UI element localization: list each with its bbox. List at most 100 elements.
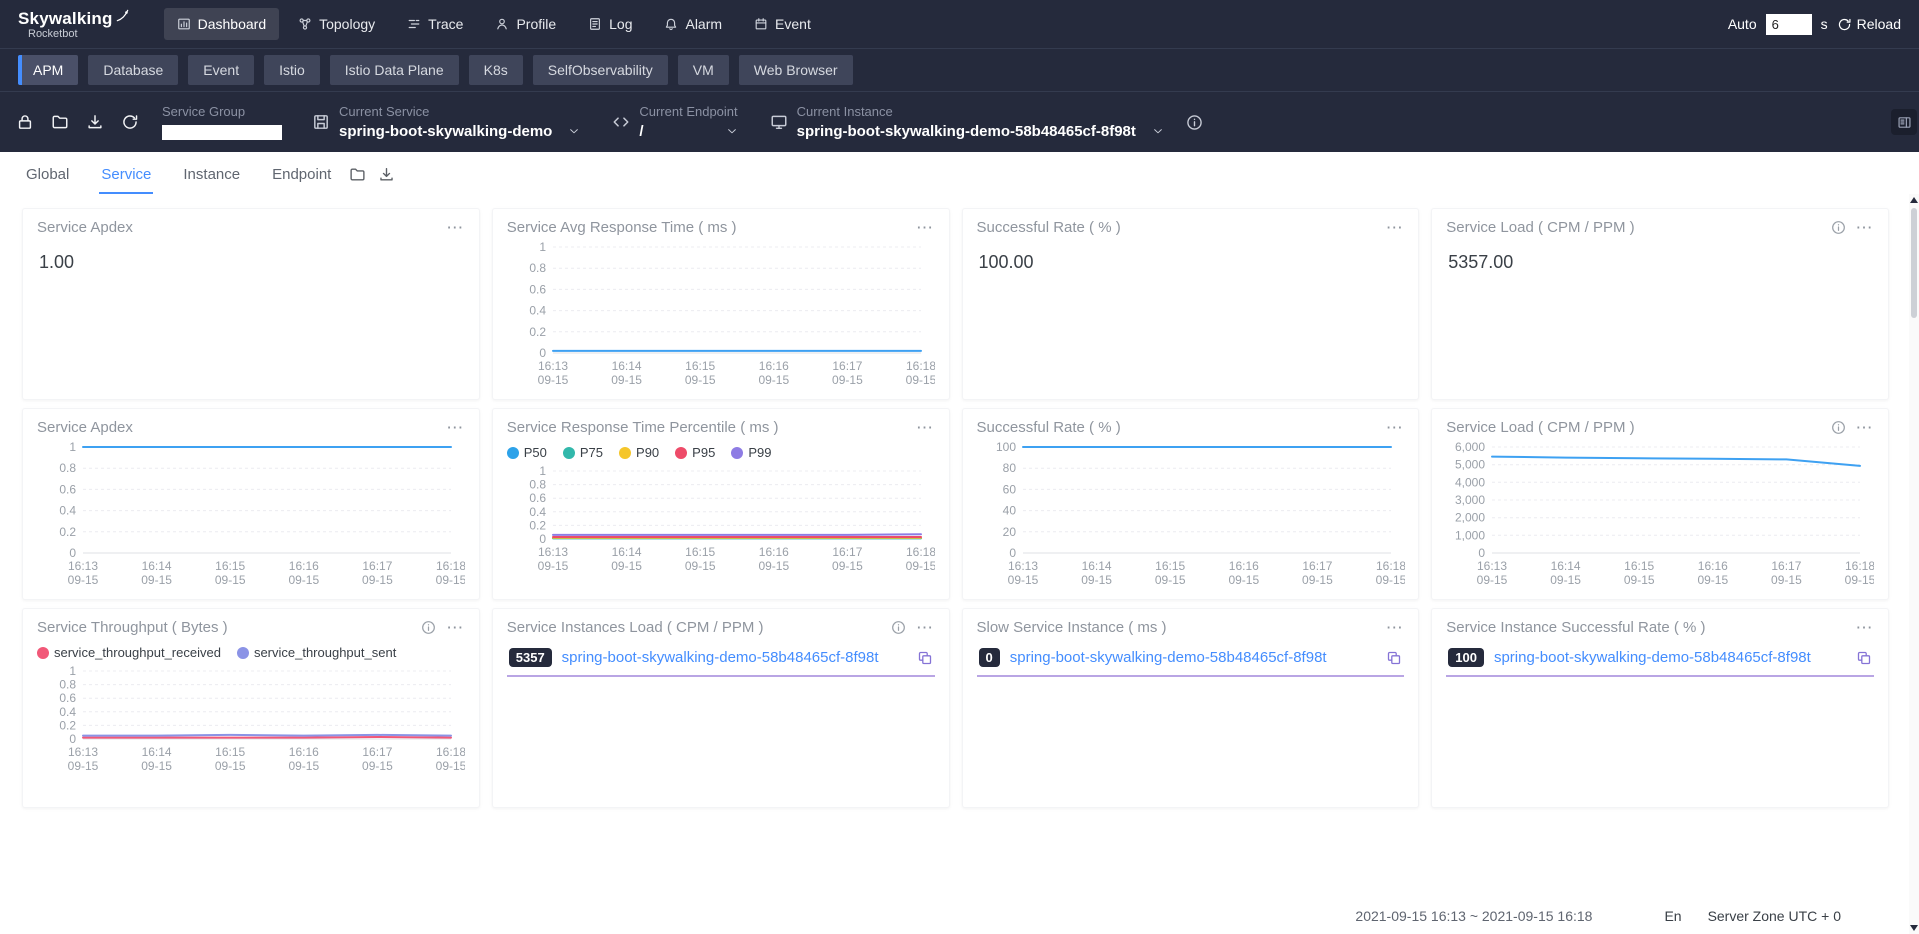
svg-text:16:13: 16:13	[1477, 559, 1507, 573]
view-tab-global[interactable]: Global	[24, 156, 71, 194]
monitor-icon	[770, 113, 788, 131]
svg-text:09-15: 09-15	[611, 559, 642, 573]
instance-link[interactable]: spring-boot-skywalking-demo-58b48465cf-8…	[562, 649, 907, 666]
scroll-up-arrow[interactable]	[1910, 197, 1918, 203]
nav-item-label: Event	[775, 16, 811, 32]
legend-item-p95[interactable]: P95	[675, 445, 715, 460]
card-service-instance-successful-rate: Service Instance Successful Rate ( % )⋯1…	[1431, 608, 1889, 808]
info-icon[interactable]	[1831, 220, 1846, 235]
svg-text:16:15: 16:15	[685, 545, 715, 559]
card-menu-icon[interactable]: ⋯	[916, 224, 935, 232]
template-tab-istio[interactable]: Istio	[264, 55, 320, 85]
app-window: Skywalking Rocketbot DashboardTopologyTr…	[0, 0, 1919, 934]
nav-item-event[interactable]: Event	[741, 8, 824, 40]
svg-text:09-15: 09-15	[141, 759, 172, 773]
nav-item-topology[interactable]: Topology	[285, 8, 388, 40]
view-tab-endpoint[interactable]: Endpoint	[270, 156, 333, 194]
download-icon[interactable]	[378, 166, 395, 183]
language-toggle[interactable]: En	[1664, 908, 1681, 924]
copy-icon[interactable]	[1386, 650, 1402, 666]
scroll-down-arrow[interactable]	[1910, 925, 1918, 931]
refresh-icon[interactable]	[121, 113, 139, 131]
instance-link[interactable]: spring-boot-skywalking-demo-58b48465cf-8…	[1010, 649, 1377, 666]
card-title: Service Load ( CPM / PPM )	[1446, 419, 1634, 436]
card-header: Service Load ( CPM / PPM ) ⋯	[1446, 419, 1874, 436]
info-icon[interactable]	[421, 620, 436, 635]
auto-refresh-input[interactable]	[1766, 14, 1812, 35]
service-group-input[interactable]	[162, 125, 282, 140]
card-menu-icon[interactable]: ⋯	[1856, 624, 1875, 632]
card-header: Service Avg Response Time ( ms )⋯	[507, 219, 935, 236]
nav-item-trace[interactable]: Trace	[394, 8, 476, 40]
svg-text:09-15: 09-15	[1477, 573, 1508, 587]
svg-text:0.6: 0.6	[59, 691, 76, 705]
info-icon[interactable]	[1831, 420, 1846, 435]
svg-text:60: 60	[1002, 482, 1016, 496]
view-tab-service[interactable]: Service	[99, 156, 153, 194]
template-tab-web-browser[interactable]: Web Browser	[739, 55, 853, 85]
logo[interactable]: Skywalking Rocketbot	[18, 9, 130, 40]
instance-link[interactable]: spring-boot-skywalking-demo-58b48465cf-8…	[1494, 649, 1846, 666]
nav-item-log[interactable]: Log	[575, 8, 645, 40]
value-badge: 0	[979, 648, 1000, 667]
card-service-apdex: Service Apdex⋯00.20.40.60.8116:1309-1516…	[22, 408, 480, 600]
view-tab-instance[interactable]: Instance	[181, 156, 242, 194]
legend-label: P75	[580, 445, 603, 460]
current-instance-select[interactable]: Current Instance spring-boot-skywalking-…	[770, 104, 1164, 139]
card-menu-icon[interactable]: ⋯	[1386, 224, 1405, 232]
svg-text:6,000: 6,000	[1455, 440, 1485, 454]
svg-text:16:16: 16:16	[759, 359, 789, 373]
card-menu-icon[interactable]: ⋯	[446, 624, 465, 632]
template-tab-vm[interactable]: VM	[678, 55, 729, 85]
card-menu-icon[interactable]: ⋯	[1386, 424, 1405, 432]
template-tab-selfobservability[interactable]: SelfObservability	[533, 55, 668, 85]
chevron-down-icon	[710, 125, 738, 137]
folder-icon[interactable]	[51, 113, 69, 131]
nav-item-dashboard[interactable]: Dashboard	[164, 8, 280, 40]
card-menu-icon[interactable]: ⋯	[916, 624, 935, 632]
current-service-select[interactable]: Current Service spring-boot-skywalking-d…	[312, 104, 580, 139]
svg-text:20: 20	[1002, 525, 1016, 539]
scrollbar[interactable]	[1909, 194, 1919, 934]
template-tab-istio-data-plane[interactable]: Istio Data Plane	[330, 55, 459, 85]
template-tab-apm[interactable]: APM	[18, 55, 78, 85]
reload-button[interactable]: Reload	[1837, 16, 1901, 32]
current-service-value: spring-boot-skywalking-demo	[339, 123, 552, 140]
svg-text:16:14: 16:14	[611, 359, 641, 373]
legend-item-service-throughput-sent[interactable]: service_throughput_sent	[237, 645, 396, 660]
legend-item-service-throughput-received[interactable]: service_throughput_received	[37, 645, 221, 660]
legend-item-p90[interactable]: P90	[619, 445, 659, 460]
nav-item-label: Profile	[516, 16, 556, 32]
panel-toggle-button[interactable]	[1891, 109, 1917, 135]
card-menu-icon[interactable]: ⋯	[446, 224, 465, 232]
legend-item-p75[interactable]: P75	[563, 445, 603, 460]
card-menu-icon[interactable]: ⋯	[1856, 224, 1875, 232]
svg-text:0.8: 0.8	[529, 261, 546, 275]
chart-canvas: 01,0002,0003,0004,0005,0006,00016:1309-1…	[1446, 439, 1874, 587]
legend-item-p50[interactable]: P50	[507, 445, 547, 460]
lock-icon[interactable]	[16, 113, 34, 131]
template-tab-database[interactable]: Database	[88, 55, 178, 85]
card-menu-icon[interactable]: ⋯	[1386, 624, 1405, 632]
folder-icon[interactable]	[349, 166, 366, 183]
current-endpoint-select[interactable]: Current Endpoint /	[612, 104, 737, 139]
svg-text:09-15: 09-15	[141, 573, 172, 587]
info-icon[interactable]	[1186, 114, 1203, 131]
nav-item-profile[interactable]: Profile	[482, 8, 569, 40]
template-tab-k8s[interactable]: K8s	[469, 55, 523, 85]
card-menu-icon[interactable]: ⋯	[916, 424, 935, 432]
card-title: Successful Rate ( % )	[977, 419, 1121, 436]
copy-icon[interactable]	[917, 650, 933, 666]
card-menu-icon[interactable]: ⋯	[446, 424, 465, 432]
card-menu-icon[interactable]: ⋯	[1856, 424, 1875, 432]
svg-text:16:15: 16:15	[215, 559, 245, 573]
template-tab-event[interactable]: Event	[188, 55, 254, 85]
scrollbar-thumb[interactable]	[1911, 208, 1917, 318]
svg-text:09-15: 09-15	[832, 559, 863, 573]
download-icon[interactable]	[86, 113, 104, 131]
info-icon[interactable]	[891, 620, 906, 635]
nav-item-alarm[interactable]: Alarm	[651, 8, 735, 40]
svg-text:16:16: 16:16	[759, 545, 789, 559]
legend-item-p99[interactable]: P99	[731, 445, 771, 460]
copy-icon[interactable]	[1856, 650, 1872, 666]
